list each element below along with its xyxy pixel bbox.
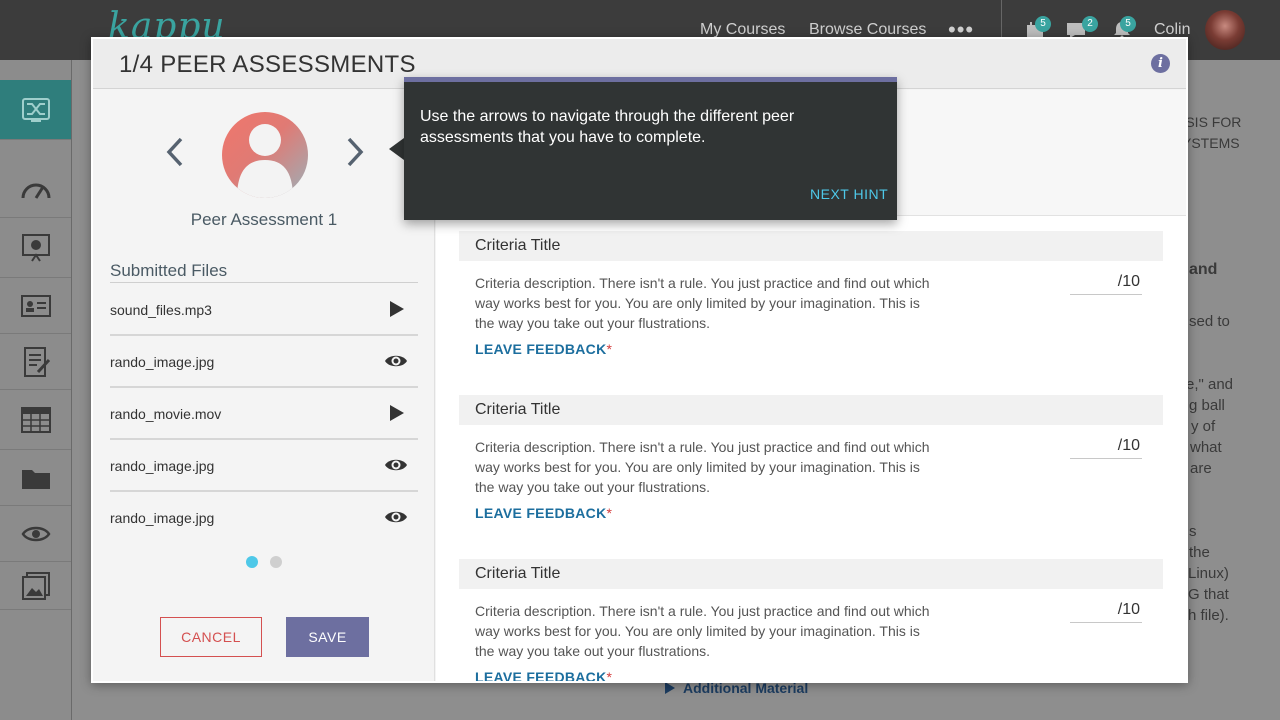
expand-triangle-icon [665,682,675,694]
bg-text-fragment: the [1189,544,1210,561]
sidebar-item-dashboard[interactable] [0,162,71,218]
eye-icon[interactable] [384,351,408,371]
eye-cycle-icon [21,526,50,541]
id-card-icon [20,294,51,317]
sidebar-item-shuffle[interactable] [0,80,71,140]
pagination-dot-active[interactable] [246,556,258,568]
gallery-icon [21,571,50,600]
save-button[interactable]: SAVE [286,617,369,657]
presentation-icon [21,233,50,262]
criteria-block: Criteria Title Criteria description. The… [459,395,1163,545]
score-input[interactable]: /10 [1070,601,1142,623]
folder-icon [21,469,50,489]
bg-text-fragment: e," and [1186,376,1234,393]
calendar-badge: 5 [1035,16,1051,32]
bg-text-fragment: what [1190,439,1222,456]
shuffle-icon [21,97,50,122]
submitted-files-title: Submitted Files [110,261,228,280]
criteria-header: Criteria Title [459,559,1163,589]
bg-text-fragment: sed to [1189,313,1230,330]
sidebar [0,60,72,720]
required-marker: * [606,341,613,357]
file-name: rando_image.jpg [110,510,215,526]
criteria-title: Criteria Title [475,565,561,582]
sidebar-item-table[interactable] [0,390,71,450]
bg-heading-fragment: and [1189,261,1218,278]
sidebar-item-document[interactable] [0,334,71,390]
score-input[interactable]: /10 [1070,273,1142,295]
file-name: rando_movie.mov [110,406,222,422]
criteria-header: Criteria Title [459,231,1163,261]
play-icon[interactable] [384,299,408,319]
previous-arrow-icon[interactable] [163,135,187,169]
leave-feedback-link[interactable]: LEAVE FEEDBACK* [475,669,613,683]
peer-panel: Peer Assessment 1 Submitted Files sound_… [93,90,435,681]
bg-text-fragment: g ball [1189,397,1225,414]
file-row[interactable]: sound_files.mp3 [110,284,418,336]
file-row[interactable]: rando_image.jpg [110,492,418,544]
file-row[interactable]: rando_image.jpg [110,440,418,492]
file-row[interactable]: rando_image.jpg [110,336,418,388]
hint-pointer [389,138,404,160]
next-hint-button[interactable]: NEXT HINT [810,186,888,202]
table-icon [20,406,51,433]
leave-feedback-label: LEAVE FEEDBACK [475,669,607,683]
play-icon[interactable] [384,403,408,423]
hint-text: Use the arrows to navigate through the d… [420,108,795,146]
cancel-button[interactable]: CANCEL [160,617,262,657]
leave-feedback-link[interactable]: LEAVE FEEDBACK* [475,505,612,521]
file-name: rando_image.jpg [110,458,215,474]
user-silhouette-icon [237,124,293,198]
bg-text-fragment: G that [1188,586,1229,603]
file-row[interactable]: rando_movie.mov [110,388,418,440]
modal-title: 1/4 PEER ASSESSMENTS [119,51,416,78]
sidebar-item-presentation[interactable] [0,218,71,278]
criteria-title: Criteria Title [475,237,561,254]
bg-text-fragment: Linux) [1188,565,1229,582]
info-icon[interactable]: i [1151,54,1170,73]
criteria-title: Criteria Title [475,401,561,418]
peer-name: Peer Assessment 1 [190,210,338,229]
criteria-block: Criteria Title Criteria description. The… [459,231,1163,381]
bg-text-fragment: y of [1191,418,1216,435]
eye-icon[interactable] [384,455,408,475]
criteria-header: Criteria Title [459,395,1163,425]
criteria-block: Criteria Title Criteria description. The… [459,559,1163,683]
bg-text-fragment: YSTEMS [1182,135,1240,151]
bg-text-fragment: s [1189,523,1197,540]
eye-icon[interactable] [384,507,408,527]
next-arrow-icon[interactable] [343,135,367,169]
criteria-description: Criteria description. There isn't a rule… [475,439,930,495]
bg-text-fragment: h file). [1188,607,1229,624]
user-avatar[interactable] [1205,10,1245,50]
pagination-dot[interactable] [270,556,282,568]
bg-text-fragment: are [1190,460,1212,477]
score-input[interactable]: /10 [1070,437,1142,459]
criteria-description: Criteria description. There isn't a rule… [475,275,930,331]
sidebar-item-gallery[interactable] [0,562,71,610]
file-name: sound_files.mp3 [110,302,212,318]
sidebar-item-eye-cycle[interactable] [0,506,71,562]
document-edit-icon [23,346,50,377]
required-marker: * [606,505,613,521]
file-name: rando_image.jpg [110,354,215,370]
leave-feedback-link[interactable]: LEAVE FEEDBACK* [475,341,612,357]
hint-tooltip: Use the arrows to navigate through the d… [404,77,897,220]
peer-avatar [222,112,308,198]
divider [110,282,418,283]
sidebar-item-folder[interactable] [0,450,71,506]
leave-feedback-label: LEAVE FEEDBACK [475,341,607,357]
messages-badge: 2 [1082,16,1098,32]
sidebar-item-id-card[interactable] [0,278,71,334]
dashboard-icon [21,183,50,199]
leave-feedback-label: LEAVE FEEDBACK [475,505,607,521]
required-marker: * [606,669,613,683]
notifications-badge: 5 [1120,16,1136,32]
criteria-description: Criteria description. There isn't a rule… [475,603,930,659]
